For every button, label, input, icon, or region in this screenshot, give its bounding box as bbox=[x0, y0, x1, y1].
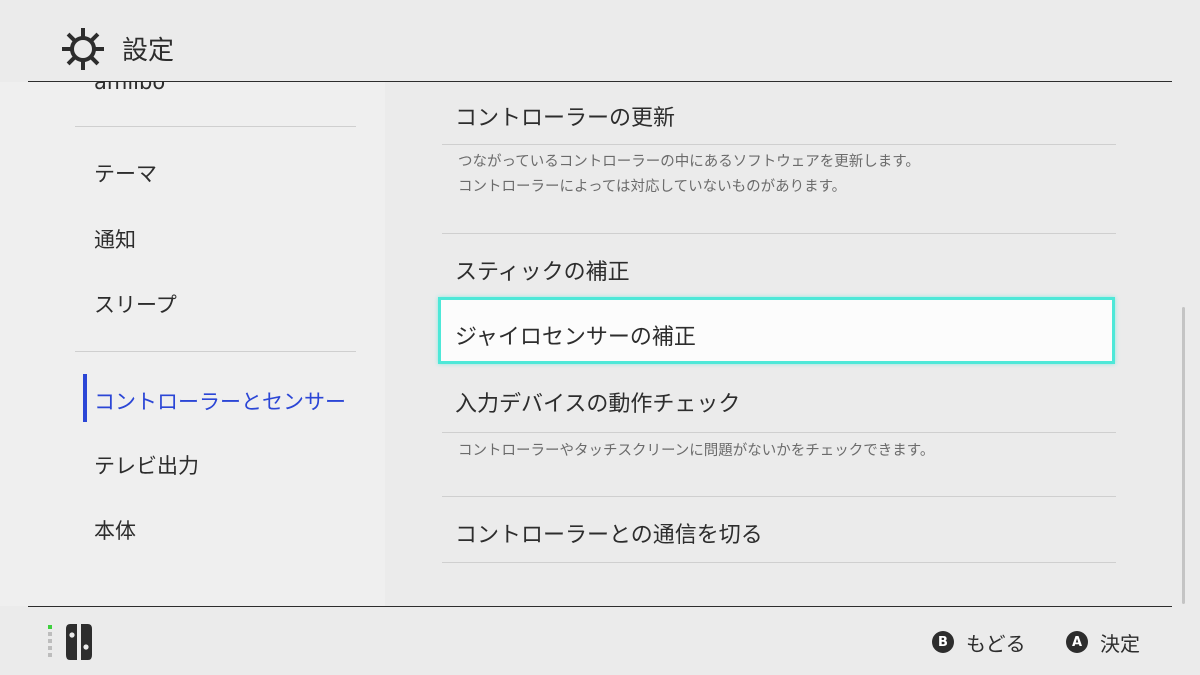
sidebar-item-tv-output[interactable]: テレビ出力 bbox=[75, 434, 356, 494]
confirm-label: 決定 bbox=[1100, 631, 1140, 656]
footer-divider bbox=[28, 606, 1172, 607]
scrollbar[interactable] bbox=[1182, 307, 1185, 604]
option-update-controllers[interactable]: コントローラーの更新 bbox=[455, 100, 675, 132]
sidebar-item-label: スリープ bbox=[94, 293, 177, 317]
sidebar-divider bbox=[75, 126, 356, 127]
selection-indicator bbox=[83, 374, 87, 422]
sidebar-item-theme[interactable]: テーマ bbox=[75, 142, 356, 202]
back-button[interactable]: B もどる bbox=[932, 628, 1026, 656]
option-divider bbox=[442, 562, 1116, 563]
back-label: もどる bbox=[966, 631, 1026, 656]
option-calibrate-motion-controls[interactable]: ジャイロセンサーの補正 bbox=[438, 297, 1115, 364]
sidebar-item-amiibo[interactable]: amiibo bbox=[94, 82, 165, 94]
header: 設定 bbox=[0, 0, 1200, 82]
b-button-icon: B bbox=[932, 631, 954, 653]
page-title: 設定 bbox=[122, 36, 175, 66]
sidebar: amiibo テーマ 通知 スリープ コントローラーとセンサー テレビ出力 本体 bbox=[0, 82, 385, 606]
sidebar-item-label: テーマ bbox=[94, 162, 157, 186]
sidebar-item-notifications[interactable]: 通知 bbox=[75, 208, 356, 268]
option-calibrate-sticks[interactable]: スティックの補正 bbox=[455, 254, 630, 286]
option-divider bbox=[442, 432, 1116, 433]
sidebar-item-label: 本体 bbox=[94, 519, 136, 543]
option-divider bbox=[442, 233, 1116, 234]
sidebar-item-controllers-sensors[interactable]: コントローラーとセンサー bbox=[75, 370, 356, 430]
option-description: コントローラーやタッチスクリーンに問題がないかをチェックできます。 bbox=[458, 443, 935, 459]
confirm-button[interactable]: A 決定 bbox=[1066, 628, 1140, 656]
option-divider bbox=[442, 496, 1116, 497]
option-description: コントローラーによっては対応していないものがあります。 bbox=[458, 179, 847, 195]
settings-content: コントローラーの更新 つながっているコントローラーの中にあるソフトウェアを更新し… bbox=[385, 82, 1200, 606]
sidebar-item-sleep[interactable]: スリープ bbox=[75, 273, 356, 333]
joycon-icon bbox=[48, 624, 92, 660]
option-disconnect-controllers[interactable]: コントローラーとの通信を切る bbox=[455, 517, 763, 549]
a-button-icon: A bbox=[1066, 631, 1088, 653]
option-divider bbox=[442, 144, 1116, 145]
sidebar-item-label: 通知 bbox=[94, 228, 136, 252]
option-label: ジャイロセンサーの補正 bbox=[455, 325, 696, 350]
option-test-input-devices[interactable]: 入力デバイスの動作チェック bbox=[455, 386, 740, 418]
sidebar-item-label: テレビ出力 bbox=[94, 454, 199, 478]
settings-screen: 設定 amiibo テーマ 通知 スリープ コントローラーとセンサー テレビ出力… bbox=[0, 0, 1200, 675]
gear-icon bbox=[62, 28, 104, 70]
sidebar-item-label: コントローラーとセンサー bbox=[94, 390, 346, 414]
sidebar-item-system[interactable]: 本体 bbox=[75, 499, 356, 559]
option-description: つながっているコントローラーの中にあるソフトウェアを更新します。 bbox=[458, 154, 920, 170]
sidebar-divider bbox=[75, 351, 356, 352]
